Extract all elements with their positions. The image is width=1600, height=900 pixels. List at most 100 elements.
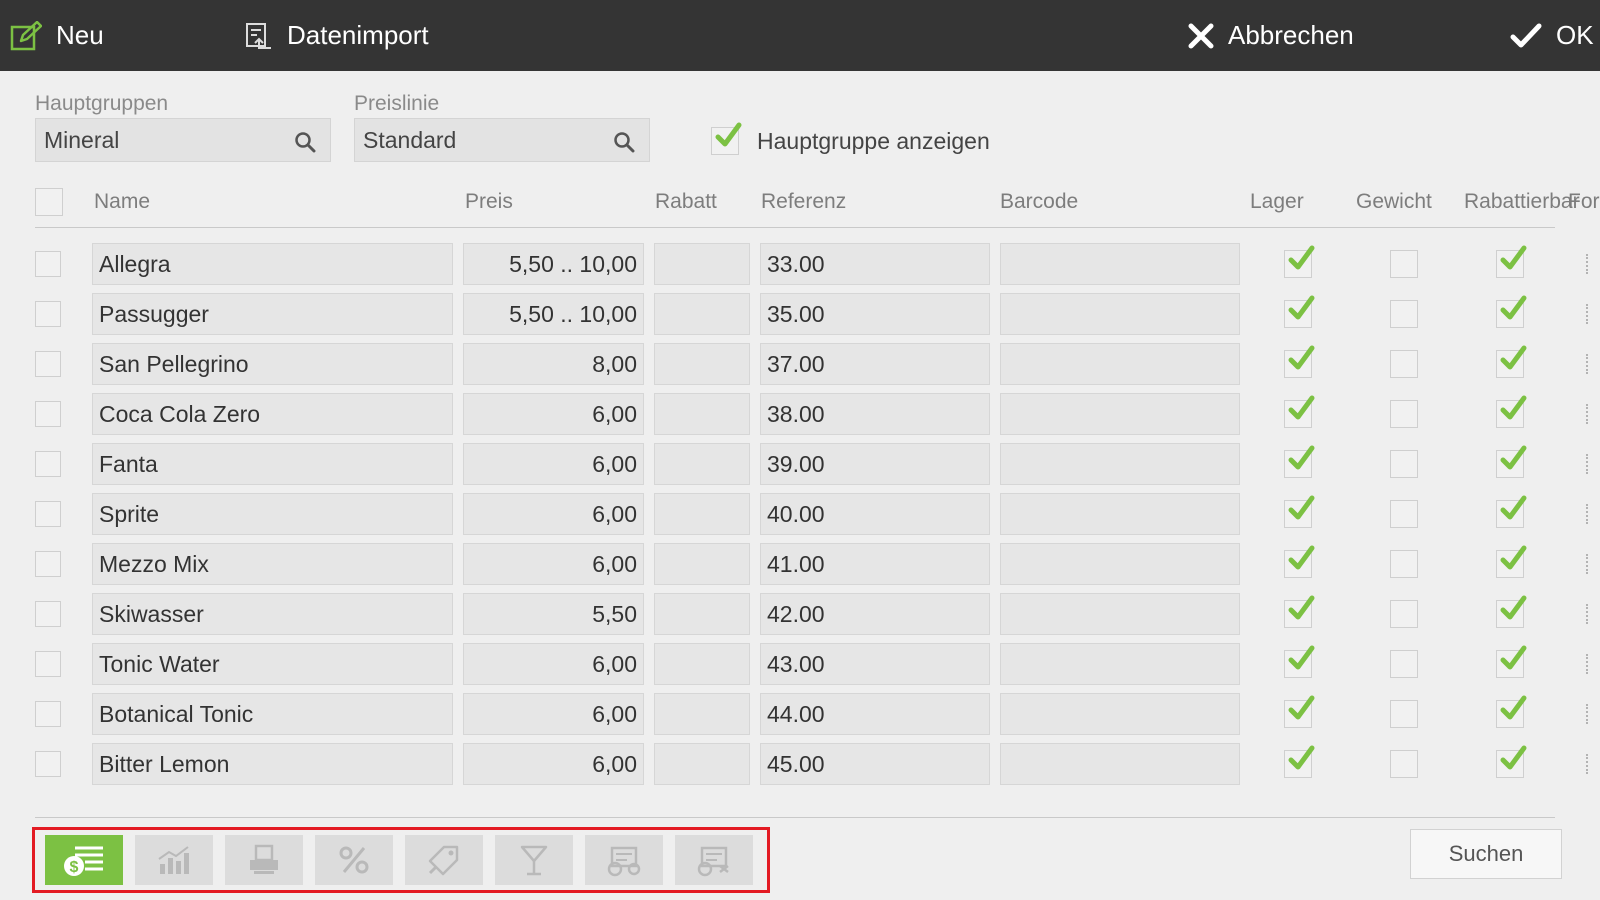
discountable-checkbox[interactable] (1496, 595, 1527, 628)
stock-checkbox[interactable] (1284, 745, 1315, 778)
col-discountable[interactable]: Rabattierbar (1464, 190, 1580, 214)
row-select-checkbox[interactable] (35, 301, 61, 327)
name-cell[interactable]: San Pellegrino (92, 343, 453, 385)
discount-cell[interactable] (654, 593, 750, 635)
discountable-checkbox[interactable] (1496, 495, 1527, 528)
row-select-checkbox[interactable] (35, 601, 61, 627)
discountable-checkbox[interactable] (1496, 545, 1527, 578)
stock-checkbox[interactable] (1284, 595, 1315, 628)
barcode-cell[interactable] (1000, 693, 1240, 735)
main-group-field[interactable]: Mineral (35, 118, 331, 162)
barcode-cell[interactable] (1000, 393, 1240, 435)
col-weight[interactable]: Gewicht (1356, 190, 1432, 214)
row-select-checkbox[interactable] (35, 451, 61, 477)
discount-cell[interactable] (654, 543, 750, 585)
barcode-cell[interactable] (1000, 743, 1240, 785)
barcode-cell[interactable] (1000, 443, 1240, 485)
reference-cell[interactable]: 40.00 (760, 493, 990, 535)
tab-money-settings[interactable] (585, 835, 663, 885)
discountable-checkbox[interactable] (1496, 695, 1527, 728)
price-cell[interactable]: 6,00 (463, 643, 644, 685)
reference-cell[interactable]: 33.00 (760, 243, 990, 285)
name-cell[interactable]: Fanta (92, 443, 453, 485)
row-select-checkbox[interactable] (35, 751, 61, 777)
tab-money-settings-alt[interactable] (675, 835, 753, 885)
tab-tags[interactable] (405, 835, 483, 885)
reference-cell[interactable]: 38.00 (760, 393, 990, 435)
reference-cell[interactable]: 39.00 (760, 443, 990, 485)
discount-cell[interactable] (654, 743, 750, 785)
reference-cell[interactable]: 41.00 (760, 543, 990, 585)
weight-checkbox[interactable] (1390, 400, 1418, 428)
weight-checkbox[interactable] (1390, 500, 1418, 528)
stock-checkbox[interactable] (1284, 445, 1315, 478)
barcode-cell[interactable] (1000, 493, 1240, 535)
col-price[interactable]: Preis (465, 190, 513, 214)
name-cell[interactable]: Skiwasser (92, 593, 453, 635)
weight-checkbox[interactable] (1390, 300, 1418, 328)
price-cell[interactable]: 6,00 (463, 393, 644, 435)
tab-price-list[interactable]: $ (45, 835, 123, 885)
weight-checkbox[interactable] (1390, 550, 1418, 578)
tab-discount[interactable] (315, 835, 393, 885)
col-discount[interactable]: Rabatt (655, 190, 717, 214)
discount-cell[interactable] (654, 393, 750, 435)
barcode-cell[interactable] (1000, 243, 1240, 285)
col-barcode[interactable]: Barcode (1000, 190, 1078, 214)
reference-cell[interactable]: 45.00 (760, 743, 990, 785)
discount-cell[interactable] (654, 293, 750, 335)
show-main-group-checkbox[interactable] (711, 122, 742, 155)
name-cell[interactable]: Coca Cola Zero (92, 393, 453, 435)
discountable-checkbox[interactable] (1496, 345, 1527, 378)
row-select-checkbox[interactable] (35, 651, 61, 677)
reference-cell[interactable]: 35.00 (760, 293, 990, 335)
barcode-cell[interactable] (1000, 643, 1240, 685)
search-button[interactable]: Suchen (1410, 829, 1562, 879)
discountable-checkbox[interactable] (1496, 245, 1527, 278)
stock-checkbox[interactable] (1284, 695, 1315, 728)
cancel-button[interactable]: Abbrechen (1188, 0, 1354, 71)
new-button[interactable]: Neu (10, 0, 104, 71)
discountable-checkbox[interactable] (1496, 745, 1527, 778)
stock-checkbox[interactable] (1284, 545, 1315, 578)
price-cell[interactable]: 6,00 (463, 493, 644, 535)
barcode-cell[interactable] (1000, 543, 1240, 585)
reference-cell[interactable]: 42.00 (760, 593, 990, 635)
search-icon[interactable] (294, 131, 316, 153)
weight-checkbox[interactable] (1390, 250, 1418, 278)
col-reference[interactable]: Referenz (761, 190, 846, 214)
stock-checkbox[interactable] (1284, 645, 1315, 678)
stock-checkbox[interactable] (1284, 295, 1315, 328)
weight-checkbox[interactable] (1390, 350, 1418, 378)
name-cell[interactable]: Allegra (92, 243, 453, 285)
stock-checkbox[interactable] (1284, 495, 1315, 528)
discountable-checkbox[interactable] (1496, 295, 1527, 328)
stock-checkbox[interactable] (1284, 345, 1315, 378)
ok-button[interactable]: OK (1510, 0, 1594, 71)
name-cell[interactable]: Mezzo Mix (92, 543, 453, 585)
tab-drinks[interactable] (495, 835, 573, 885)
price-cell[interactable]: 6,00 (463, 543, 644, 585)
discountable-checkbox[interactable] (1496, 395, 1527, 428)
weight-checkbox[interactable] (1390, 750, 1418, 778)
discountable-checkbox[interactable] (1496, 645, 1527, 678)
discount-cell[interactable] (654, 443, 750, 485)
row-select-checkbox[interactable] (35, 701, 61, 727)
price-cell[interactable]: 5,50 .. 10,00 (463, 243, 644, 285)
row-select-checkbox[interactable] (35, 401, 61, 427)
price-line-field[interactable]: Standard (354, 118, 650, 162)
name-cell[interactable]: Sprite (92, 493, 453, 535)
col-more[interactable]: For (1568, 190, 1600, 214)
discount-cell[interactable] (654, 343, 750, 385)
stock-checkbox[interactable] (1284, 245, 1315, 278)
row-select-checkbox[interactable] (35, 501, 61, 527)
price-cell[interactable]: 6,00 (463, 743, 644, 785)
price-cell[interactable]: 5,50 .. 10,00 (463, 293, 644, 335)
select-all-checkbox[interactable] (35, 188, 63, 216)
tab-print[interactable] (225, 835, 303, 885)
discount-cell[interactable] (654, 643, 750, 685)
name-cell[interactable]: Botanical Tonic (92, 693, 453, 735)
price-cell[interactable]: 5,50 (463, 593, 644, 635)
reference-cell[interactable]: 37.00 (760, 343, 990, 385)
discount-cell[interactable] (654, 693, 750, 735)
